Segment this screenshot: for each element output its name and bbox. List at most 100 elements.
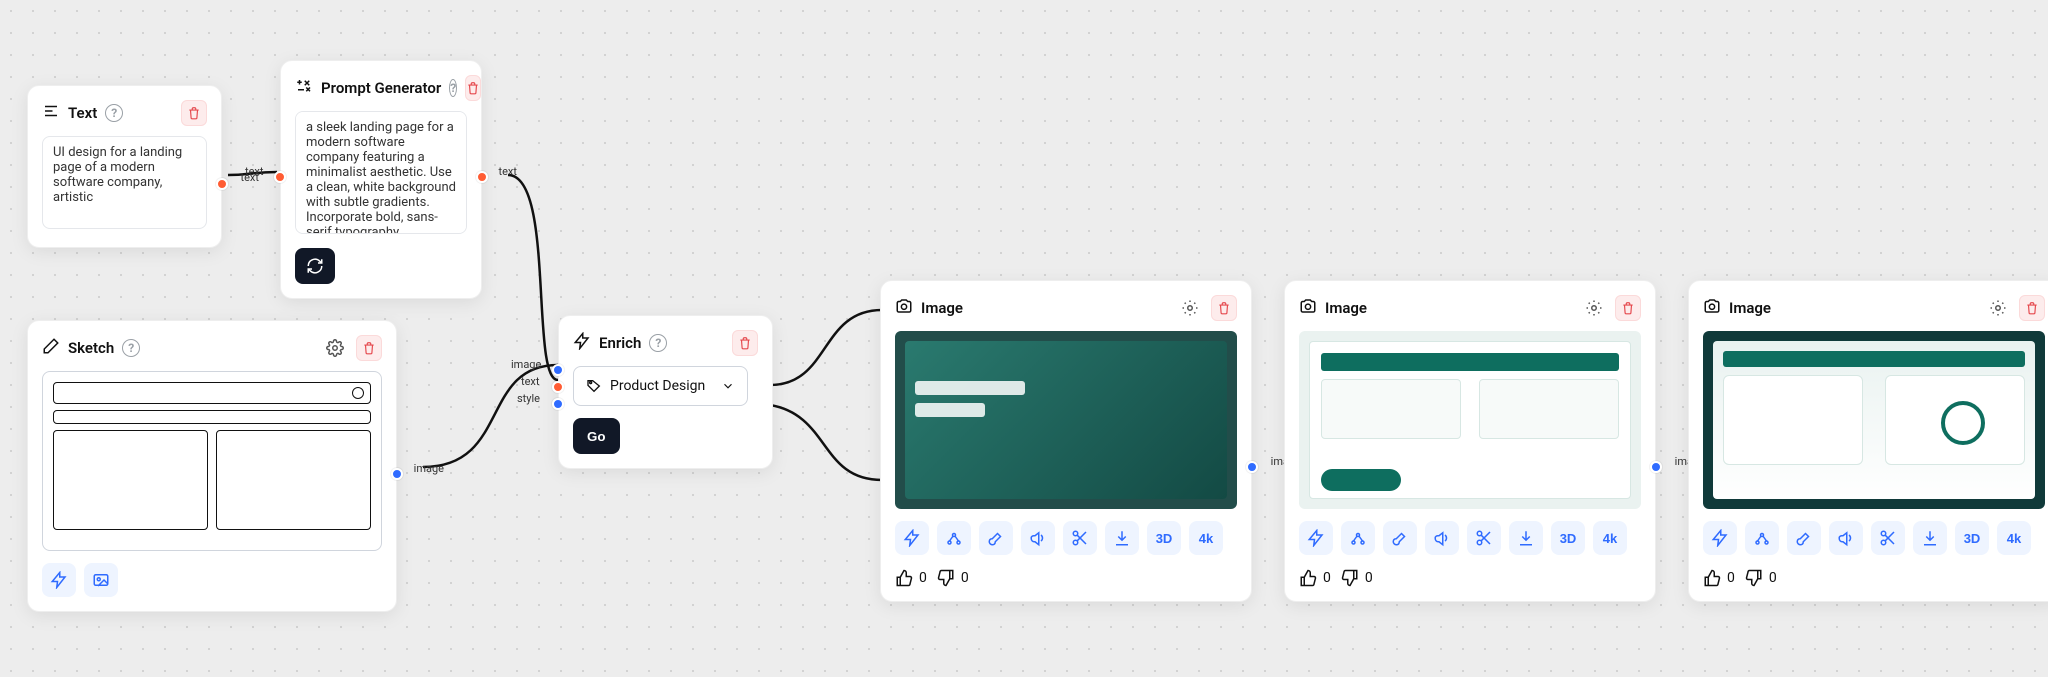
image-preview[interactable]	[895, 331, 1237, 509]
chevron-down-icon	[721, 379, 735, 393]
bolt-tool[interactable]	[42, 563, 76, 597]
prompt-node-title: Prompt Generator	[321, 79, 441, 97]
download-tool[interactable]	[1105, 521, 1139, 555]
port-in-style[interactable]	[552, 398, 564, 410]
port-out-text-label: text	[499, 165, 518, 178]
brush-tool[interactable]	[1787, 521, 1821, 555]
sketch-node-title: Sketch	[68, 339, 114, 357]
4k-badge[interactable]: 4k	[1997, 521, 2031, 555]
style-select[interactable]: Product Design	[573, 366, 748, 406]
enrich-node: Enrich ? Product Design Go image text st…	[558, 315, 773, 469]
camera-icon	[1299, 297, 1317, 319]
prompt-textarea[interactable]	[295, 111, 467, 234]
port-in-text[interactable]	[274, 171, 286, 183]
go-button[interactable]: Go	[573, 418, 620, 454]
announce-tool[interactable]	[1829, 521, 1863, 555]
downvote-button[interactable]: 0	[937, 569, 969, 587]
3d-badge[interactable]: 3D	[1551, 521, 1585, 555]
scissors-tool[interactable]	[1871, 521, 1905, 555]
image-node-title: Image	[921, 299, 963, 317]
delete-button[interactable]	[1615, 295, 1641, 321]
delete-button[interactable]	[732, 330, 758, 356]
image-preview[interactable]	[1299, 331, 1641, 509]
announce-tool[interactable]	[1021, 521, 1055, 555]
4k-badge[interactable]: 4k	[1189, 521, 1223, 555]
port-out-image-label: image	[414, 462, 444, 475]
upvote-count: 0	[1323, 570, 1331, 586]
port-in-style-label: style	[517, 392, 540, 405]
enrich-node-title: Enrich	[599, 334, 641, 352]
3d-badge[interactable]: 3D	[1955, 521, 1989, 555]
regenerate-button[interactable]	[295, 248, 335, 284]
delete-button[interactable]	[181, 100, 207, 126]
text-input[interactable]	[42, 136, 207, 229]
download-tool[interactable]	[1913, 521, 1947, 555]
image-node-title: Image	[1325, 299, 1367, 317]
upvote-button[interactable]: 0	[895, 569, 927, 587]
tag-icon	[586, 378, 602, 394]
port-in-text[interactable]	[552, 381, 564, 393]
bolt-tool[interactable]	[895, 521, 929, 555]
variations-tool[interactable]	[1341, 521, 1375, 555]
help-icon[interactable]: ?	[649, 334, 667, 352]
prompt-icon	[295, 77, 313, 99]
brush-tool[interactable]	[1383, 521, 1417, 555]
scissors-tool[interactable]	[1063, 521, 1097, 555]
downvote-button[interactable]: 0	[1341, 569, 1373, 587]
port-in-image-label: image	[511, 358, 541, 371]
port-in-image[interactable]	[552, 364, 564, 376]
delete-button[interactable]	[356, 335, 382, 361]
image-node: Image 3D 4k 0 0 image	[880, 280, 1252, 602]
pencil-icon	[42, 337, 60, 359]
text-node: Text ? text	[27, 85, 222, 248]
port-in-text-label: text	[521, 375, 540, 388]
downvote-button[interactable]: 0	[1745, 569, 1777, 587]
download-tool[interactable]	[1509, 521, 1543, 555]
downvote-count: 0	[1365, 570, 1373, 586]
upvote-button[interactable]: 0	[1299, 569, 1331, 587]
image-node: Image 3D 4k 0 0 image	[1688, 280, 2048, 602]
upvote-button[interactable]: 0	[1703, 569, 1735, 587]
port-out-image[interactable]	[1650, 461, 1662, 473]
upvote-count: 0	[1727, 570, 1735, 586]
downvote-count: 0	[961, 570, 969, 586]
port-in-text-label: text	[245, 165, 264, 178]
brush-tool[interactable]	[979, 521, 1013, 555]
announce-tool[interactable]	[1425, 521, 1459, 555]
sketch-canvas[interactable]	[42, 371, 382, 551]
3d-badge[interactable]: 3D	[1147, 521, 1181, 555]
port-out-image[interactable]	[1246, 461, 1258, 473]
delete-button[interactable]	[465, 75, 481, 101]
image-node: Image 3D 4k 0 0 image	[1284, 280, 1656, 602]
delete-button[interactable]	[1211, 295, 1237, 321]
variations-tool[interactable]	[1745, 521, 1779, 555]
port-out-image[interactable]	[391, 468, 403, 480]
downvote-count: 0	[1769, 570, 1777, 586]
settings-button[interactable]	[1581, 295, 1607, 321]
4k-badge[interactable]: 4k	[1593, 521, 1627, 555]
settings-button[interactable]	[322, 335, 348, 361]
help-icon[interactable]: ?	[449, 79, 457, 97]
upvote-count: 0	[919, 570, 927, 586]
camera-icon	[1703, 297, 1721, 319]
help-icon[interactable]: ?	[105, 104, 123, 122]
variations-tool[interactable]	[937, 521, 971, 555]
sketch-node: Sketch ? image	[27, 320, 397, 612]
image-tool[interactable]	[84, 563, 118, 597]
port-out-text[interactable]	[216, 178, 228, 190]
help-icon[interactable]: ?	[122, 339, 140, 357]
text-node-title: Text	[68, 104, 97, 122]
port-out-text[interactable]	[476, 171, 488, 183]
bolt-icon	[573, 332, 591, 354]
scissors-tool[interactable]	[1467, 521, 1501, 555]
delete-button[interactable]	[2019, 295, 2045, 321]
image-node-title: Image	[1729, 299, 1771, 317]
settings-button[interactable]	[1177, 295, 1203, 321]
camera-icon	[895, 297, 913, 319]
prompt-generator-node: Prompt Generator ? text text	[280, 60, 482, 299]
image-preview[interactable]	[1703, 331, 2045, 509]
bolt-tool[interactable]	[1703, 521, 1737, 555]
settings-button[interactable]	[1985, 295, 2011, 321]
style-select-value: Product Design	[610, 378, 705, 394]
bolt-tool[interactable]	[1299, 521, 1333, 555]
